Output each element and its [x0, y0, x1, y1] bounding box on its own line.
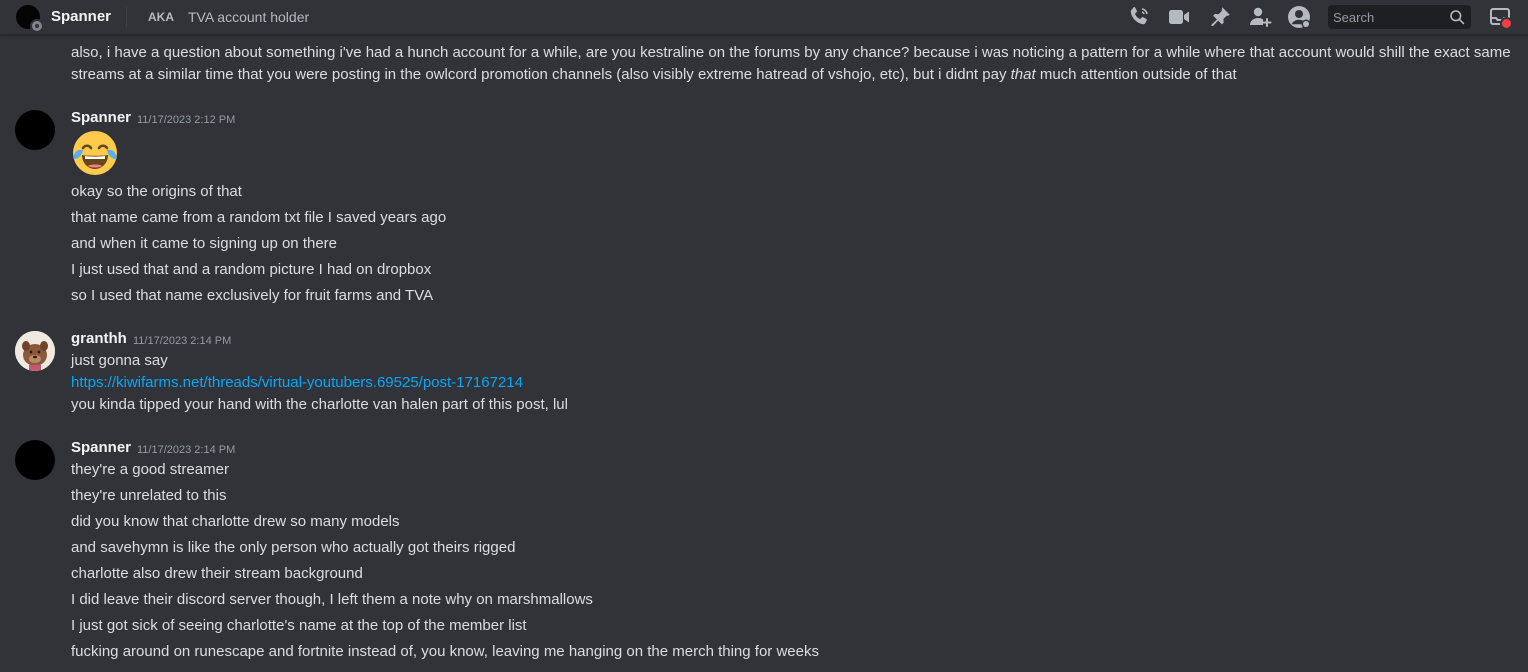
message-line: https://kiwifarms.net/threads/virtual-yo…	[71, 372, 523, 394]
search-icon	[1449, 9, 1465, 25]
message-line: that name came from a random txt file I …	[71, 209, 447, 226]
nickname-label[interactable]: TVA account holder	[188, 9, 309, 25]
channel-name[interactable]: Spanner	[51, 8, 111, 25]
message-line: and savehymn is like the only person who…	[71, 539, 516, 556]
message-list: also, i have a question about something …	[0, 35, 1528, 672]
search-input[interactable]: Search	[1328, 5, 1471, 29]
add-friends-icon[interactable]	[1248, 5, 1272, 29]
unread-indicator	[1500, 17, 1513, 30]
message-text: streams at a similar time that you were …	[71, 66, 1007, 83]
avatar[interactable]	[15, 331, 55, 371]
video-call-icon[interactable]	[1167, 5, 1191, 29]
message-line: fucking around on runescape and fortnite…	[71, 643, 819, 660]
channel-header: Spanner AKA TVA account holder Search	[0, 0, 1528, 35]
message-line: they're a good streamer	[71, 461, 229, 478]
message-line: also, i have a question about something …	[71, 44, 1511, 61]
timestamp: 11/17/2023 2:14 PM	[133, 335, 232, 347]
header-divider	[126, 7, 127, 27]
offline-status-icon	[30, 19, 44, 33]
avatar[interactable]	[15, 110, 55, 150]
pinned-messages-icon[interactable]	[1208, 5, 1232, 29]
search-placeholder: Search	[1333, 10, 1375, 25]
message-line: I did leave their discord server though,…	[71, 591, 593, 608]
voice-call-icon[interactable]	[1127, 5, 1151, 29]
message-line: okay so the origins of that	[71, 183, 242, 200]
message-line: did you know that charlotte drew so many…	[71, 513, 400, 530]
message-line: charlotte also drew their stream backgro…	[71, 565, 363, 582]
timestamp: 11/17/2023 2:12 PM	[137, 114, 236, 126]
joy-emoji[interactable]	[71, 129, 119, 177]
avatar[interactable]	[15, 440, 55, 480]
user-profile-icon[interactable]	[1287, 5, 1311, 29]
message-line: streams at a similar time that you were …	[71, 64, 1237, 86]
message-line: they're unrelated to this	[71, 487, 227, 504]
message-line: I just used that and a random picture I …	[71, 261, 432, 278]
username[interactable]: Spanner	[71, 438, 131, 458]
message-line: you kinda tipped your hand with the char…	[71, 396, 568, 413]
message-line: I just got sick of seeing charlotte's na…	[71, 617, 527, 634]
message-link[interactable]: https://kiwifarms.net/threads/virtual-yo…	[71, 374, 523, 391]
message-line: just gonna say	[71, 352, 168, 369]
username[interactable]: granthh	[71, 329, 127, 349]
aka-label: AKA	[148, 10, 174, 24]
username[interactable]: Spanner	[71, 108, 131, 128]
italic-text: that	[1010, 66, 1036, 83]
timestamp: 11/17/2023 2:14 PM	[137, 444, 236, 456]
message-text: much attention outside of that	[1039, 66, 1237, 83]
message-line: so I used that name exclusively for frui…	[71, 287, 434, 304]
message-line: and when it came to signing up on there	[71, 235, 338, 252]
